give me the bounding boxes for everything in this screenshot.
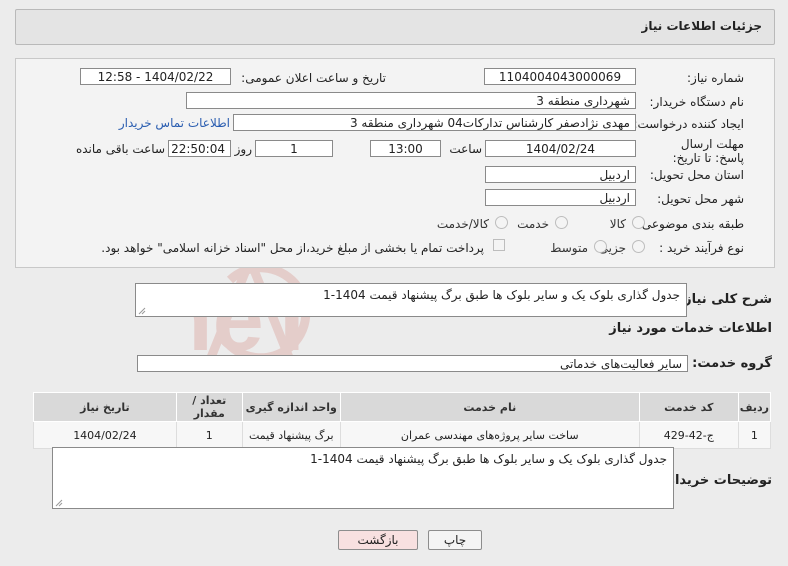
province-field[interactable]: اردبیل [485,166,636,183]
deadline-label: مهلت ارسال پاسخ: تا تاریخ: [672,137,744,165]
col-need-date: تاریخ نیاز [33,392,177,422]
deadline-date-field[interactable]: 1404/02/24 [485,140,636,157]
cell-row-number: 1 [737,421,772,449]
creator-label: ایجاد کننده درخواست: [633,117,744,131]
page-title: جزئیات اطلاعات نیاز [641,19,762,33]
announce-date-field[interactable]: 1404/02/22 - 12:58 [80,68,231,85]
buyer-org-field[interactable]: شهرداری منطقه 3 [186,92,636,109]
need-number-label: شماره نیاز: [687,71,744,85]
buyer-notes-text: جدول گذاری بلوک یک و سایر بلوک ها طبق بر… [310,452,667,466]
category-goods-radio[interactable] [632,216,645,229]
category-goods-label: کالا [609,217,626,231]
col-row-number: ردیف [737,392,772,422]
days-remaining-field[interactable]: 1 [255,140,333,157]
announce-date-label: تاریخ و ساعت اعلان عمومی: [241,71,386,85]
process-minor-radio[interactable] [632,240,645,253]
cell-need-date: 1404/02/24 [33,421,177,449]
buyer-notes-textarea[interactable]: جدول گذاری بلوک یک و سایر بلوک ها طبق بر… [52,447,674,509]
category-label: طبقه بندی موضوعی: [637,217,744,231]
print-button[interactable]: چاپ [428,530,482,550]
col-service-code: کد خدمت [638,392,739,422]
summary-label: شرح کلی نیاز: [678,292,772,307]
process-medium-label: متوسط [550,241,588,255]
category-goods-service-label: کالا/خدمت [436,217,489,231]
buyer-notes-label: توضیحات خریدار: [662,473,772,488]
city-label: شهر محل تحویل: [657,192,744,206]
time-remaining-field[interactable]: 22:50:04 [168,140,231,157]
col-unit: واحد اندازه گیری [241,392,341,422]
details-header: جزئیات اطلاعات نیاز [15,9,775,45]
table-row: 1 ج-42-429 ساخت سایر پروژه‌های مهندسی عم… [33,421,772,449]
services-table-header: ردیف کد خدمت نام خدمت واحد اندازه گیری ت… [33,392,772,422]
province-label: استان محل تحویل: [649,168,744,182]
col-service-name: نام خدمت [339,392,640,422]
process-label: نوع فرآیند خرید : [659,241,744,255]
category-goods-service-radio[interactable] [495,216,508,229]
col-quantity: تعداد / مقدار [175,392,243,422]
cell-unit: برگ پیشنهاد قیمت [241,421,341,449]
summary-text: جدول گذاری بلوک یک و سایر بلوک ها طبق بر… [323,288,680,302]
cell-service-code: ج-42-429 [638,421,739,449]
back-button[interactable]: بازگشت [338,530,418,550]
service-group-field[interactable]: سایر فعالیت‌های خدماتی [137,355,688,372]
services-table: ردیف کد خدمت نام خدمت واحد اندازه گیری ت… [33,392,772,449]
buyer-contact-link[interactable]: اطلاعات تماس خریدار [119,116,230,130]
cell-service-name: ساخت سایر پروژه‌های مهندسی عمران [339,421,640,449]
creator-field[interactable]: مهدی نژادصفر کارشناس تدارکات04 شهرداری م… [233,114,636,131]
treasury-payment-checkbox[interactable] [493,239,505,251]
services-section-title: اطلاعات خدمات مورد نیاز [609,321,772,336]
resize-grip-icon[interactable] [55,499,63,507]
category-service-label: خدمت [517,217,549,231]
time-remaining-label: ساعت باقی مانده [75,142,165,156]
resize-grip-icon[interactable] [138,307,146,315]
service-group-label: گروه خدمت: [692,356,772,371]
treasury-payment-note: پرداخت تمام یا بخشی از مبلغ خرید،از محل … [101,241,484,255]
category-service-radio[interactable] [555,216,568,229]
cell-quantity: 1 [175,421,243,449]
need-number-field[interactable]: 1104004043000069 [484,68,636,85]
deadline-time-field[interactable]: 13:00 [370,140,441,157]
summary-textarea[interactable]: جدول گذاری بلوک یک و سایر بلوک ها طبق بر… [135,283,687,317]
city-field[interactable]: اردبیل [485,189,636,206]
buyer-org-label: نام دستگاه خریدار: [649,95,745,109]
process-medium-radio[interactable] [594,240,607,253]
deadline-time-label: ساعت [449,142,482,156]
